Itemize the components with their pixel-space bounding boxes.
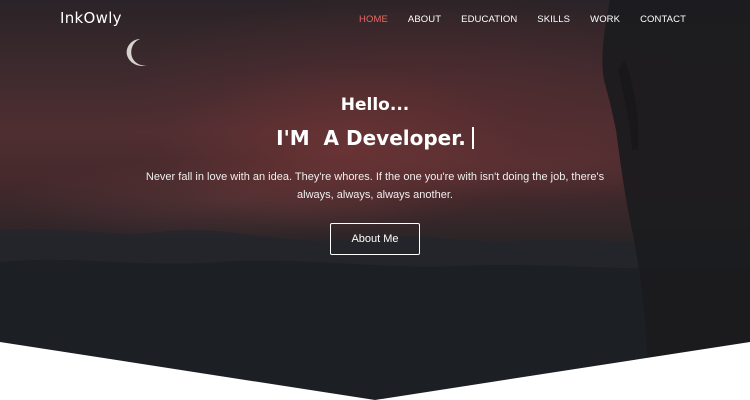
- hero-headline-text: I'M A Developer.: [276, 126, 466, 150]
- brand-logo[interactable]: InkOwly: [60, 9, 122, 27]
- nav-item-work[interactable]: WORK: [590, 14, 620, 25]
- nav-item-about[interactable]: ABOUT: [408, 14, 441, 25]
- nav-menu: HOME ABOUT EDUCATION SKILLS WORK CONTACT: [339, 14, 686, 25]
- about-me-button[interactable]: About Me: [330, 223, 420, 255]
- hero-greeting: Hello...: [340, 95, 410, 115]
- hero-headline: I'M A Developer.: [0, 126, 750, 150]
- nav-item-contact[interactable]: CONTACT: [640, 14, 686, 25]
- typing-caret: [471, 127, 474, 149]
- nav-item-education[interactable]: EDUCATION: [461, 14, 517, 25]
- hero-content: Hello... I'M A Developer. Never fall in …: [0, 95, 750, 255]
- navbar: InkOwly HOME ABOUT EDUCATION SKILLS WORK…: [0, 0, 750, 42]
- hero-section: InkOwly HOME ABOUT EDUCATION SKILLS WORK…: [0, 0, 750, 400]
- nav-item-home[interactable]: HOME: [359, 14, 388, 25]
- hero-tagline: Never fall in love with an idea. They're…: [145, 171, 605, 201]
- nav-item-skills[interactable]: SKILLS: [537, 14, 570, 25]
